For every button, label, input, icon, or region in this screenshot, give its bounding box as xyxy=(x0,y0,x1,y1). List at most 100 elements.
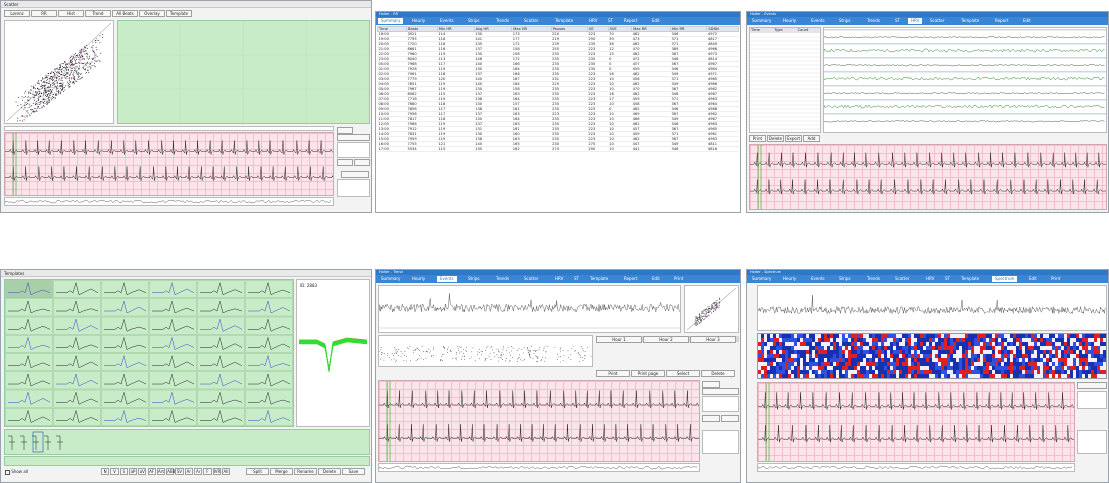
tab-6[interactable]: HRV xyxy=(552,276,566,282)
tab-3[interactable]: Strips xyxy=(465,18,483,24)
template-cell[interactable] xyxy=(245,408,293,426)
template-action-button-3[interactable]: Delete xyxy=(318,468,341,475)
template-cell[interactable] xyxy=(5,389,53,408)
toolbar-button-2[interactable]: Hist xyxy=(58,10,84,17)
event-button-2[interactable]: Export xyxy=(785,135,802,142)
event-list[interactable]: Time Type Count xyxy=(749,27,821,133)
template-cell[interactable] xyxy=(5,298,53,317)
side-button-4[interactable] xyxy=(354,159,370,166)
tab-11[interactable]: Print xyxy=(671,276,686,282)
toolbar-button-3[interactable]: Trend xyxy=(85,10,111,17)
event-button-3[interactable]: Add xyxy=(803,135,820,142)
tab-6[interactable]: HRV xyxy=(908,18,923,24)
template-cell[interactable] xyxy=(53,298,101,317)
classify-button-1[interactable]: V xyxy=(110,468,119,475)
template-cell[interactable] xyxy=(5,335,53,353)
event-ecg-view[interactable] xyxy=(749,144,1107,210)
tab-1[interactable]: Hourly xyxy=(409,18,428,24)
template-cell[interactable] xyxy=(245,335,293,353)
template-cell[interactable] xyxy=(149,353,197,371)
template-cell[interactable] xyxy=(245,316,293,335)
tab-1[interactable]: Hourly xyxy=(780,276,799,282)
template-cell[interactable] xyxy=(101,389,149,408)
rr-scatter-strip[interactable] xyxy=(378,335,593,367)
template-cell[interactable] xyxy=(101,298,149,317)
tab-6[interactable]: Template xyxy=(552,18,576,24)
spectrum-heatmap[interactable] xyxy=(757,333,1107,379)
template-cell[interactable] xyxy=(245,389,293,408)
toolbar-button-6[interactable]: Template xyxy=(166,10,192,17)
template-cell[interactable] xyxy=(53,353,101,371)
template-detail[interactable] xyxy=(4,429,370,455)
toolbar-button-5[interactable]: Overlay xyxy=(139,10,165,17)
side-button-1[interactable] xyxy=(337,127,353,134)
table-row[interactable]: 17:00 5534 115 135 162 274 290 10 441 346 4816 xyxy=(377,146,739,152)
tab-2[interactable]: Events xyxy=(808,276,828,282)
template-cell[interactable] xyxy=(245,298,293,317)
tab-10[interactable]: Edit xyxy=(649,276,663,282)
template-cell[interactable] xyxy=(53,371,101,390)
tab-2[interactable]: Events xyxy=(808,18,828,24)
classify-button-5[interactable]: AF xyxy=(147,468,156,475)
template-action-button-0[interactable]: Split xyxy=(246,468,269,475)
template-grid[interactable] xyxy=(4,279,294,427)
template-cell[interactable] xyxy=(101,335,149,353)
template-cell[interactable] xyxy=(101,316,149,335)
trend-side-button-2[interactable] xyxy=(702,388,739,395)
side-button-5[interactable] xyxy=(341,171,369,178)
trend-side-button-1[interactable] xyxy=(702,381,720,388)
template-cell[interactable] xyxy=(101,280,149,298)
template-cell[interactable] xyxy=(53,335,101,353)
tab-0[interactable]: Summary xyxy=(749,276,774,282)
template-cell[interactable] xyxy=(197,316,245,335)
tab-9[interactable]: Report xyxy=(621,276,640,282)
template-cell[interactable] xyxy=(53,316,101,335)
tab-9[interactable]: Report xyxy=(992,18,1011,24)
template-overlay[interactable]: ID: 2883 xyxy=(296,279,370,427)
template-cell[interactable] xyxy=(197,280,245,298)
template-cell[interactable] xyxy=(5,316,53,335)
classify-button-3[interactable]: aP xyxy=(128,468,138,475)
tab-7[interactable]: ST xyxy=(571,276,582,282)
side-button-2[interactable] xyxy=(337,134,370,141)
classify-button-12[interactable]: IVR xyxy=(212,468,221,475)
template-action-button-1[interactable]: Merge xyxy=(270,468,293,475)
template-cell[interactable] xyxy=(101,408,149,426)
classify-button-6[interactable]: Art xyxy=(156,468,166,475)
toolbar-button-1[interactable]: RR xyxy=(31,10,57,17)
tab-9[interactable]: Report xyxy=(621,18,640,24)
tab-3[interactable]: Strips xyxy=(465,276,483,282)
list-column-2[interactable]: Count xyxy=(797,28,820,33)
tab-8[interactable]: Template xyxy=(587,276,611,282)
template-cell[interactable] xyxy=(149,408,197,426)
tab-0[interactable]: Summary xyxy=(378,276,403,282)
classify-button-10[interactable]: Ar xyxy=(194,468,203,475)
tab-0[interactable]: Summary xyxy=(749,18,774,24)
template-cell[interactable] xyxy=(149,280,197,298)
classify-button-7[interactable]: ABB xyxy=(166,468,175,475)
event-button-1[interactable]: Delete xyxy=(767,135,784,142)
tab-1[interactable]: Hourly xyxy=(780,18,799,24)
tab-5[interactable]: Scatter xyxy=(521,276,541,282)
list-column-1[interactable]: Type xyxy=(773,28,796,33)
classify-button-9[interactable]: Ar xyxy=(184,468,193,475)
template-cell[interactable] xyxy=(197,371,245,390)
template-checkbox[interactable]: Show all xyxy=(5,469,28,475)
template-cell[interactable] xyxy=(149,335,197,353)
tab-10[interactable]: Edit xyxy=(649,18,663,24)
tab-8[interactable]: Template xyxy=(958,276,982,282)
tab-3[interactable]: Strips xyxy=(836,18,854,24)
tab-4[interactable]: Trends xyxy=(864,276,883,282)
spectrum-side-button-1[interactable] xyxy=(1077,382,1107,389)
template-cell[interactable] xyxy=(53,280,101,298)
tab-7[interactable]: Scatter xyxy=(927,18,947,24)
template-cell[interactable] xyxy=(101,371,149,390)
template-cell[interactable] xyxy=(245,280,293,298)
tab-11[interactable]: Print xyxy=(1048,276,1063,282)
tab-8[interactable]: ST xyxy=(605,18,616,24)
template-cell[interactable] xyxy=(197,408,245,426)
trend-button-2[interactable]: Select xyxy=(666,370,700,377)
template-cell[interactable] xyxy=(5,371,53,390)
overview-strip[interactable] xyxy=(4,197,334,206)
list-column-0[interactable]: Time xyxy=(750,28,773,33)
